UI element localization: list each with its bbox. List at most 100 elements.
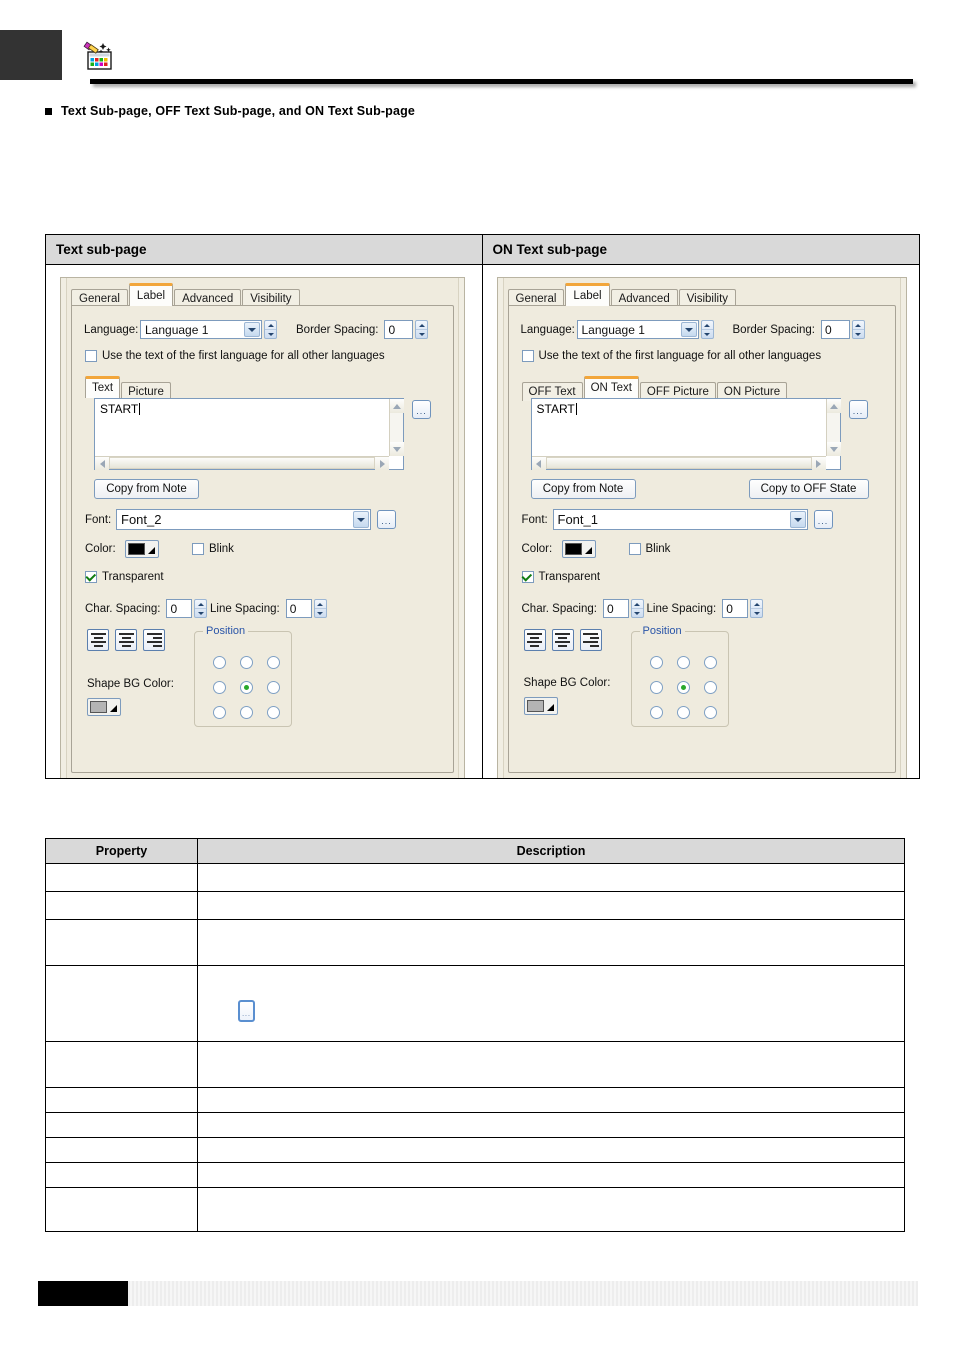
position-radio-top-right[interactable]: [703, 656, 717, 670]
text-browse-button[interactable]: ...: [848, 400, 868, 420]
position-radio-bottom-right[interactable]: [267, 706, 280, 720]
align-left-icon[interactable]: [523, 629, 546, 652]
text-editor[interactable]: START: [94, 398, 404, 471]
chevron-down-icon[interactable]: [244, 322, 260, 338]
use-first-language-checkbox[interactable]: [85, 350, 97, 363]
language-combo[interactable]: Language 1: [576, 320, 699, 340]
char-spacing-stepper[interactable]: [194, 599, 208, 619]
position-radio-top-left[interactable]: [213, 656, 226, 670]
align-center-icon[interactable]: [551, 629, 574, 652]
align-left-icon[interactable]: [87, 629, 109, 652]
tab-label[interactable]: Label: [128, 283, 174, 307]
position-radio-middle-right[interactable]: [703, 681, 717, 695]
stepper-down-icon[interactable]: [632, 609, 643, 617]
use-first-language-row-right[interactable]: Use the text of the first language for a…: [521, 350, 821, 363]
line-spacing-stepper[interactable]: [750, 599, 764, 619]
hscroll-thumb[interactable]: [545, 457, 812, 470]
blink-row[interactable]: Blink: [192, 543, 234, 556]
dropdown-triangle-icon[interactable]: [546, 704, 554, 712]
scroll-right-icon[interactable]: [811, 457, 826, 471]
position-radio-bottom-left[interactable]: [213, 706, 226, 720]
blink-checkbox[interactable]: [192, 543, 204, 556]
stepper-up-icon[interactable]: [195, 600, 207, 610]
transparent-checkbox[interactable]: [521, 571, 534, 584]
stepper-down-icon[interactable]: [265, 330, 276, 338]
scroll-left-icon[interactable]: [95, 457, 109, 471]
language-stepper[interactable]: [264, 320, 277, 340]
position-radio-top-center[interactable]: [676, 656, 690, 670]
border-spacing-input[interactable]: 0: [820, 320, 850, 340]
chevron-down-icon[interactable]: [680, 322, 697, 338]
language-combo[interactable]: Language 1: [140, 320, 262, 340]
text-editor-hscrollbar[interactable]: [95, 456, 389, 471]
position-radio-middle-left[interactable]: [649, 681, 663, 695]
char-spacing-input[interactable]: 0: [166, 599, 193, 619]
shape-bg-color-button[interactable]: [87, 698, 121, 717]
text-browse-button[interactable]: ...: [412, 400, 431, 420]
scroll-down-icon[interactable]: [826, 442, 841, 457]
align-right-icon[interactable]: [143, 629, 165, 652]
chevron-down-icon[interactable]: [789, 511, 806, 529]
position-radio-middle-center[interactable]: [240, 681, 253, 695]
shape-bg-color-button[interactable]: [523, 697, 558, 716]
stepper-up-icon[interactable]: [631, 600, 643, 610]
font-browse-button[interactable]: ...: [813, 510, 833, 530]
dropdown-triangle-icon[interactable]: [584, 547, 592, 555]
line-spacing-stepper[interactable]: [313, 599, 327, 619]
stepper-down-icon[interactable]: [853, 330, 864, 338]
stepper-down-icon[interactable]: [416, 330, 427, 338]
blink-row[interactable]: Blink: [628, 543, 670, 556]
use-first-language-row-left[interactable]: Use the text of the first language for a…: [85, 350, 385, 363]
position-radio-bottom-right[interactable]: [703, 706, 717, 720]
text-color-button[interactable]: [561, 540, 596, 559]
text-editor-hscrollbar[interactable]: [531, 456, 826, 471]
border-spacing-input[interactable]: 0: [384, 320, 414, 340]
use-first-language-checkbox[interactable]: [521, 350, 534, 363]
dropdown-triangle-icon[interactable]: [110, 705, 117, 713]
stepper-down-icon[interactable]: [751, 609, 762, 617]
position-radio-middle-center[interactable]: [676, 681, 690, 695]
position-radio-top-center[interactable]: [240, 656, 253, 670]
scroll-down-icon[interactable]: [390, 442, 404, 457]
position-radio-top-right[interactable]: [267, 656, 280, 670]
dropdown-triangle-icon[interactable]: [148, 547, 155, 555]
copy-from-note-button[interactable]: Copy from Note: [530, 479, 636, 500]
align-center-icon[interactable]: [115, 629, 137, 652]
position-radio-middle-right[interactable]: [267, 681, 280, 695]
transparent-checkbox[interactable]: [85, 571, 97, 584]
scroll-left-icon[interactable]: [531, 457, 546, 471]
copy-from-note-button[interactable]: Copy from Note: [94, 479, 199, 500]
char-spacing-stepper[interactable]: [630, 599, 644, 619]
font-browse-button[interactable]: ...: [377, 510, 396, 530]
transparent-row-left[interactable]: Transparent: [85, 571, 164, 584]
font-combo[interactable]: Font_2: [116, 509, 371, 531]
position-radio-bottom-left[interactable]: [649, 706, 663, 720]
char-spacing-input[interactable]: 0: [602, 599, 629, 619]
stepper-up-icon[interactable]: [314, 600, 326, 610]
border-spacing-stepper[interactable]: [415, 320, 429, 340]
copy-to-off-state-button[interactable]: Copy to OFF State: [748, 479, 869, 500]
stepper-up-icon[interactable]: [701, 321, 713, 331]
position-radio-top-left[interactable]: [649, 656, 663, 670]
text-editor-vscrollbar[interactable]: [389, 399, 404, 457]
line-spacing-input[interactable]: 0: [285, 599, 312, 619]
scroll-up-icon[interactable]: [826, 399, 841, 414]
text-editor[interactable]: START: [530, 398, 841, 471]
stepper-up-icon[interactable]: [751, 600, 763, 610]
scroll-up-icon[interactable]: [390, 399, 404, 414]
stepper-up-icon[interactable]: [852, 321, 864, 331]
hscroll-thumb[interactable]: [109, 457, 375, 470]
tab-label[interactable]: Label: [565, 283, 610, 307]
stepper-down-icon[interactable]: [315, 609, 326, 617]
blink-checkbox[interactable]: [628, 543, 641, 556]
scroll-right-icon[interactable]: [375, 457, 389, 471]
stepper-down-icon[interactable]: [702, 330, 713, 338]
chevron-down-icon[interactable]: [353, 511, 369, 529]
transparent-row-right[interactable]: Transparent: [521, 571, 600, 584]
position-radio-bottom-center[interactable]: [676, 706, 690, 720]
text-editor-vscrollbar[interactable]: [825, 399, 841, 457]
stepper-up-icon[interactable]: [265, 321, 276, 331]
line-spacing-input[interactable]: 0: [722, 599, 749, 619]
stepper-up-icon[interactable]: [416, 321, 428, 331]
stepper-down-icon[interactable]: [195, 609, 206, 617]
